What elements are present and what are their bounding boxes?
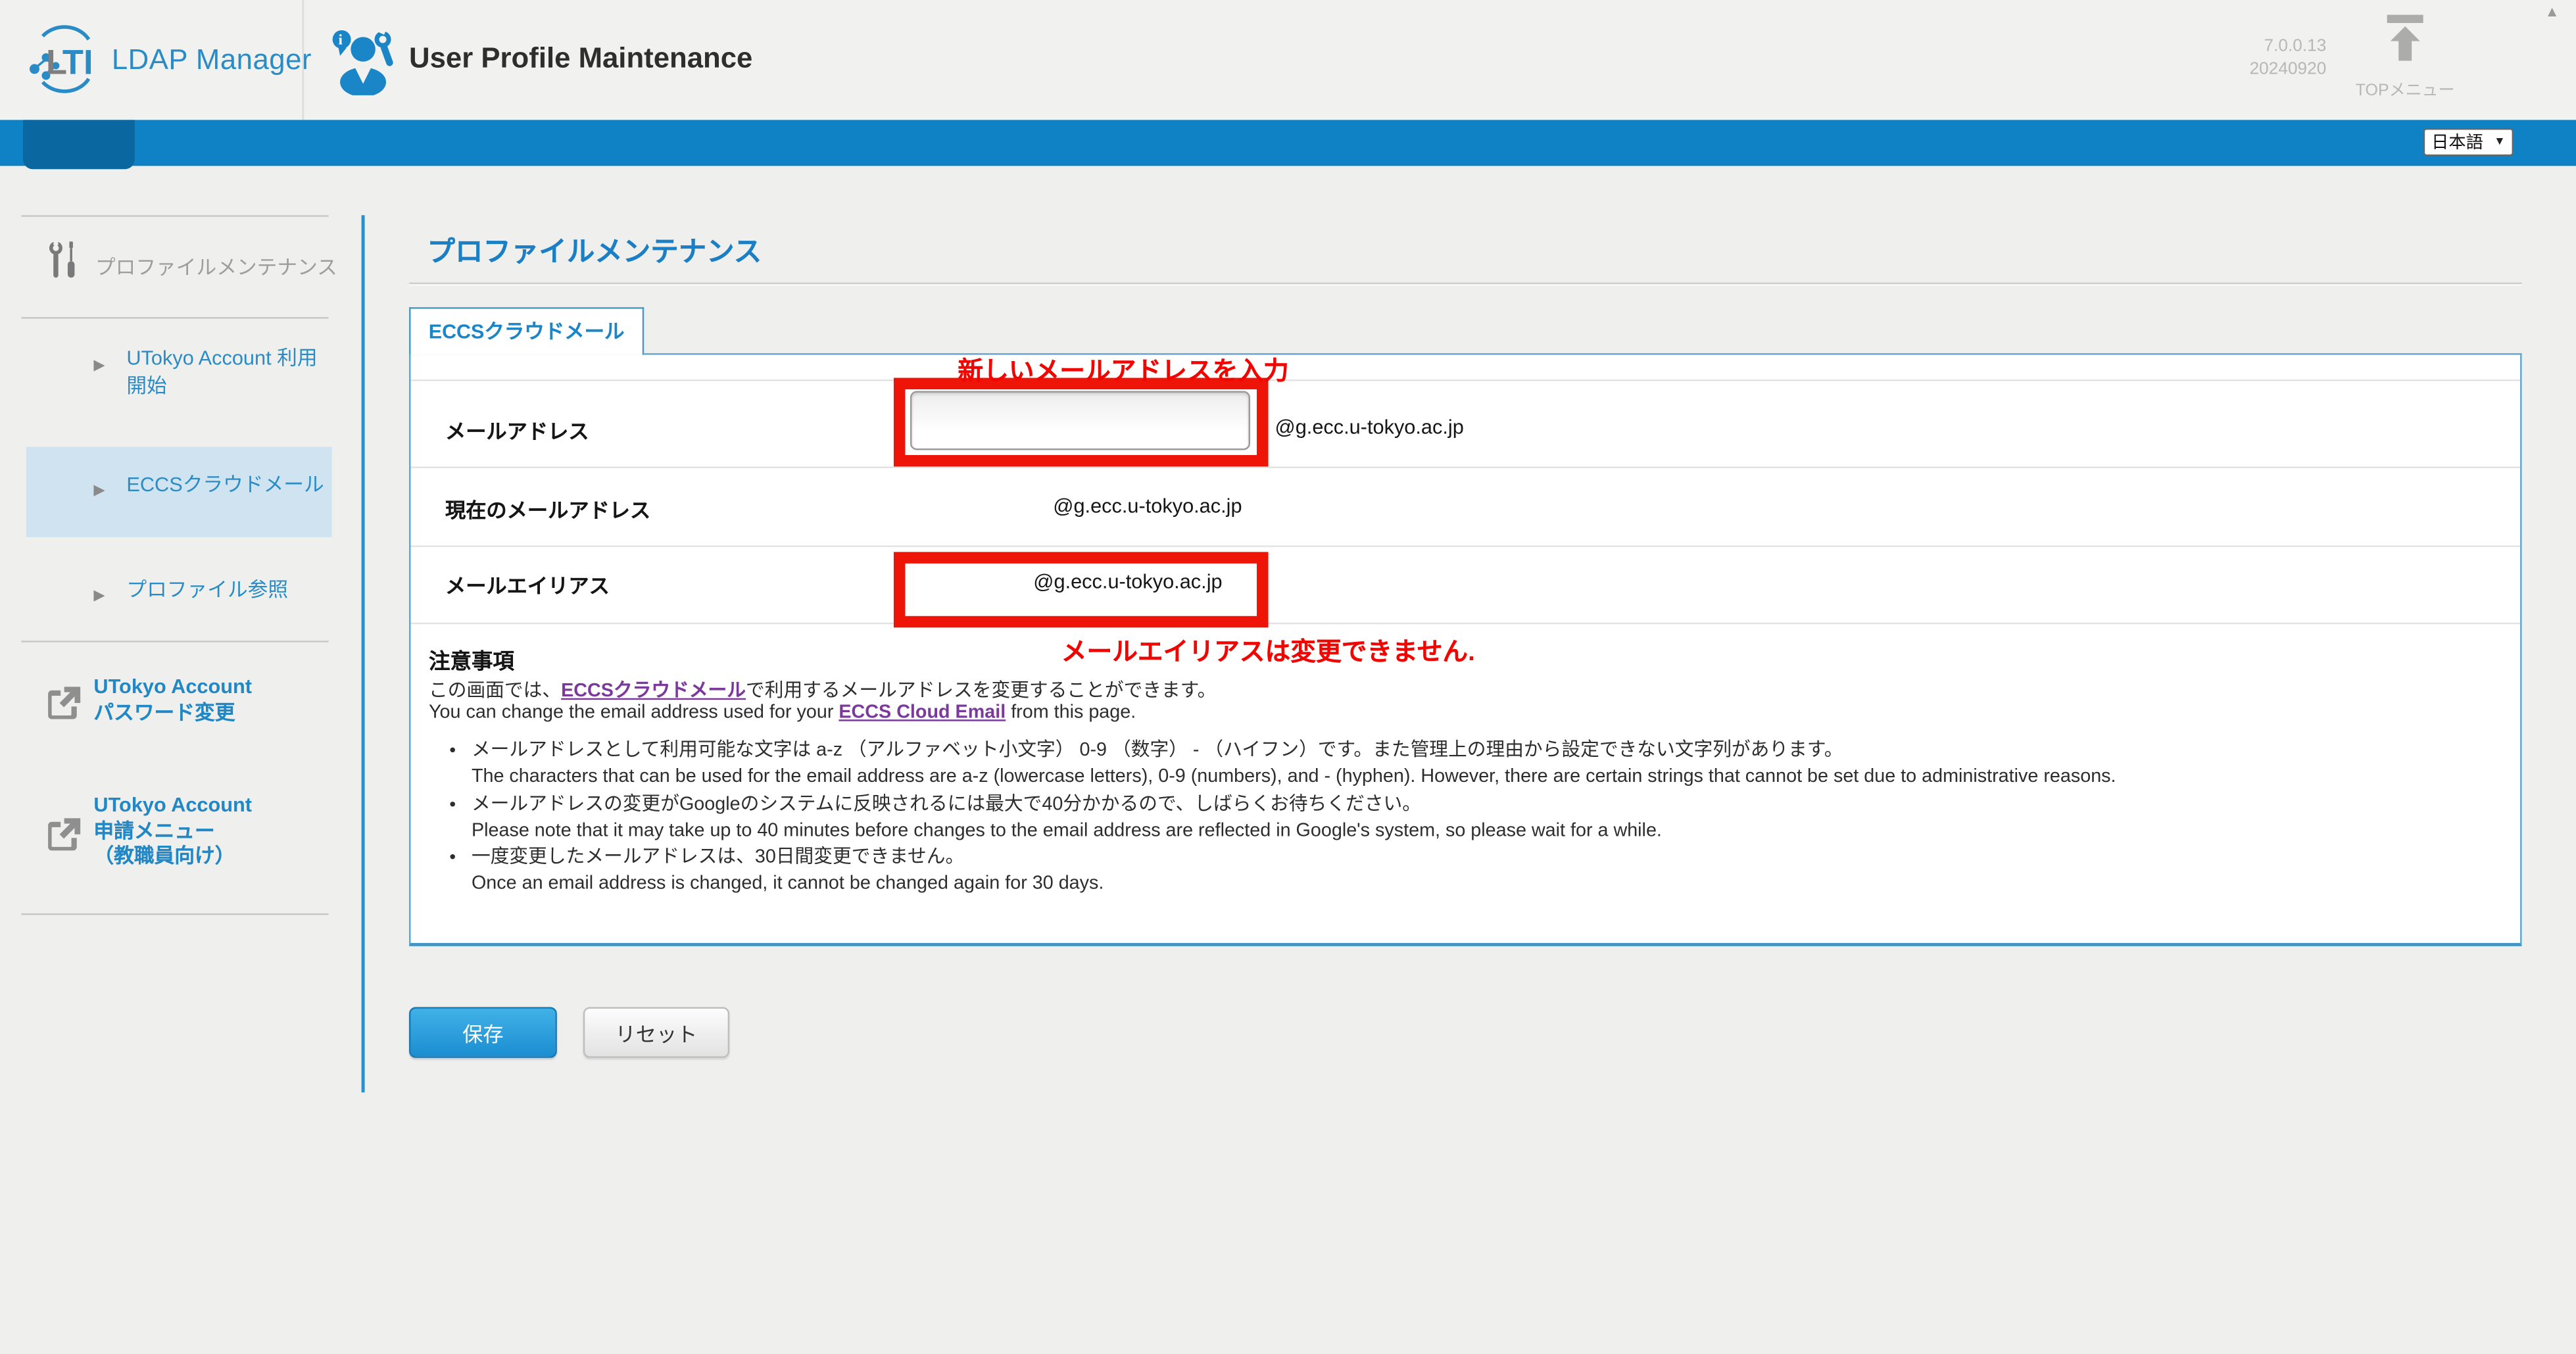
notes-heading: 注意事項 — [429, 644, 514, 675]
email-local-part-input[interactable] — [910, 391, 1250, 450]
logo[interactable]: L TI LDAP Manager — [26, 24, 312, 93]
link-eccs-cloud-email-en[interactable]: ECCS Cloud Email — [838, 703, 1006, 723]
tools-icon — [46, 240, 82, 283]
email-address-label: メールアドレス — [445, 414, 589, 445]
sidebar-item-profile-reference[interactable]: プロファイル参照 — [126, 577, 340, 604]
list-item: メールアドレスの変更がGoogleのシステムに反映されるには最大で40分かかるの… — [472, 791, 2517, 844]
language-value: 日本語 — [2431, 130, 2483, 154]
link-line: 申請メニュー — [93, 819, 214, 842]
sidebar-item-eccs-cloud-mail[interactable]: ECCSクラウドメール — [126, 471, 340, 498]
sidebar-divider — [21, 913, 328, 915]
sidebar-divider — [21, 215, 328, 216]
tab-panel: メールアドレス @g.ecc.u-tokyo.ac.jp 現在のメールアドレス … — [409, 353, 2522, 946]
svg-text:i: i — [339, 31, 343, 47]
sidebar-group-title: プロファイルメンテナンス — [95, 251, 337, 281]
row-divider — [411, 545, 2521, 546]
bullet-jp: 一度変更したメールアドレスは、30日間変更できません。 — [472, 844, 2517, 871]
header-divider — [303, 0, 304, 120]
language-select[interactable]: 日本語 ▼ — [2423, 128, 2514, 156]
annotation-alias-hint: メールエイリアスは変更できません. — [1061, 633, 1475, 669]
intro-text: You can change the email address used fo… — [429, 703, 838, 723]
notes-intro-en: You can change the email address used fo… — [429, 703, 1136, 723]
user-profile-maintenance-icon: i — [330, 26, 396, 95]
top-menu-icon — [2382, 14, 2428, 64]
triangle-right-icon: ▶ — [93, 587, 105, 604]
title-divider — [409, 283, 2522, 286]
link-line: （教職員向け） — [93, 844, 235, 867]
external-link-icon — [43, 685, 82, 725]
sidebar-link-application-menu[interactable]: UTokyo Account 申請メニュー （教職員向け） — [93, 794, 252, 870]
bullet-en: Please note that it may take up to 40 mi… — [472, 818, 2517, 845]
external-link-icon — [43, 817, 82, 856]
tab-eccs-cloud-mail[interactable]: ECCSクラウドメール — [409, 307, 644, 354]
nav-bar: 日本語 ▼ — [0, 120, 2576, 166]
current-email-value: @g.ecc.u-tokyo.ac.jp — [1053, 495, 1242, 518]
bullet-jp: メールアドレスの変更がGoogleのシステムに反映されるには最大で40分かかるの… — [472, 791, 2517, 818]
notes-intro-jp: この画面では、ECCSクラウドメールで利用するメールアドレスを変更することができ… — [429, 677, 1216, 703]
link-eccs-cloud-mail-jp[interactable]: ECCSクラウドメール — [561, 682, 746, 702]
version-number: 7.0.0.13 — [2250, 34, 2327, 57]
bullet-jp: メールアドレスとして利用可能な文字は a-z （アルファベット小文字） 0-9 … — [472, 738, 2517, 765]
link-line: パスワード変更 — [93, 700, 235, 723]
sidebar-divider — [21, 641, 328, 642]
build-date: 20240920 — [2250, 57, 2327, 80]
bullet-en: The characters that can be used for the … — [472, 764, 2517, 791]
nav-active-indicator — [23, 120, 135, 169]
ldap-manager-logo-icon: L TI — [26, 24, 102, 93]
triangle-right-icon: ▶ — [93, 481, 105, 499]
sidebar-group-header: プロファイルメンテナンス — [46, 240, 337, 283]
row-divider — [411, 466, 2521, 468]
list-item: メールアドレスとして利用可能な文字は a-z （アルファベット小文字） 0-9 … — [472, 738, 2517, 791]
row-divider — [411, 379, 2521, 381]
top-menu-button[interactable]: TOPメニュー — [2352, 14, 2458, 100]
sidebar-link-password-change[interactable]: UTokyo Account パスワード変更 — [93, 675, 252, 726]
notes-bullet-list: メールアドレスとして利用可能な文字は a-z （アルファベット小文字） 0-9 … — [447, 738, 2517, 898]
sidebar-border — [362, 215, 365, 1092]
triangle-right-icon: ▶ — [93, 356, 105, 374]
intro-text: で利用するメールアドレスを変更することができます。 — [746, 682, 1216, 702]
app-root: L TI LDAP Manager i User Profile Mainten… — [0, 0, 2576, 1353]
scroll-top-icon[interactable]: ▲ — [2545, 3, 2560, 20]
chevron-down-icon: ▼ — [2494, 136, 2505, 147]
sidebar-item-utokyo-account-start[interactable]: UTokyo Account 利用開始 — [126, 345, 324, 399]
intro-text: この画面では、 — [429, 682, 561, 702]
sidebar: プロファイルメンテナンス ▶ UTokyo Account 利用開始 ▶ ECC… — [0, 166, 365, 1151]
main-content: プロファイルメンテナンス ECCSクラウドメール メールアドレス @g.ecc.… — [409, 166, 2522, 1353]
svg-text:TI: TI — [62, 43, 93, 82]
list-item: 一度変更したメールアドレスは、30日間変更できません。 Once an emai… — [472, 844, 2517, 898]
bullet-en: Once an email address is changed, it can… — [472, 871, 2517, 898]
version-info: 7.0.0.13 20240920 — [2250, 34, 2327, 80]
reset-button[interactable]: リセット — [583, 1007, 729, 1057]
intro-text: from this page. — [1006, 703, 1136, 723]
mail-alias-value: @g.ecc.u-tokyo.ac.jp — [1033, 570, 1222, 593]
row-divider — [411, 623, 2521, 624]
annotation-new-email-hint: 新しいメールアドレスを入力 — [958, 352, 1288, 388]
link-line: UTokyo Account — [93, 794, 252, 817]
sidebar-divider — [21, 317, 328, 318]
current-email-label: 現在のメールアドレス — [445, 493, 650, 523]
page-title: プロファイルメンテナンス — [427, 228, 762, 269]
save-button[interactable]: 保存 — [409, 1007, 557, 1057]
mail-alias-label: メールエイリアス — [445, 568, 610, 599]
app-title: User Profile Maintenance — [409, 41, 752, 75]
top-menu-label: TOPメニュー — [2352, 76, 2458, 100]
logo-text: LDAP Manager — [112, 42, 312, 76]
link-line: UTokyo Account — [93, 675, 252, 698]
header: L TI LDAP Manager i User Profile Mainten… — [0, 0, 2576, 120]
email-domain-suffix: @g.ecc.u-tokyo.ac.jp — [1275, 416, 1464, 439]
